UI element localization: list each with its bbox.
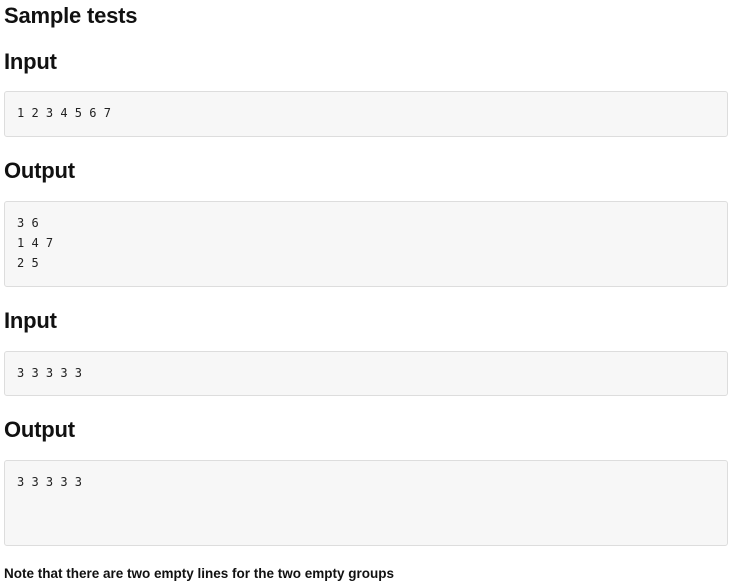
sample-tests-page: Sample tests Input 1 2 3 4 5 6 7 Output … (0, 0, 734, 584)
test-1-output-box[interactable]: 3 6 1 4 7 2 5 (4, 201, 728, 287)
test-2-output-heading: Output (4, 417, 75, 442)
test-2-input-box[interactable]: 3 3 3 3 3 (4, 351, 728, 396)
test-1-output-heading: Output (4, 158, 75, 183)
test-2-input-heading: Input (4, 308, 57, 333)
page-title: Sample tests (4, 3, 138, 28)
test-2-output-box[interactable]: 3 3 3 3 3 (4, 460, 728, 546)
test-1-input-heading: Input (4, 49, 57, 74)
note-text: Note that there are two empty lines for … (4, 566, 395, 581)
test-1-input-box[interactable]: 1 2 3 4 5 6 7 (4, 91, 728, 137)
